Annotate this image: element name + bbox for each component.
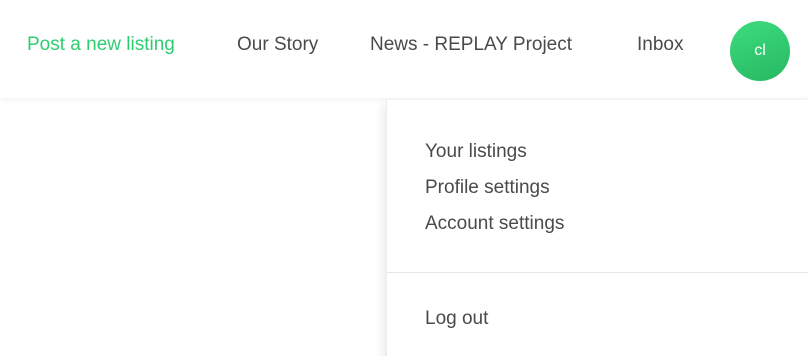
menu-item-account-settings[interactable]: Account settings <box>425 212 564 236</box>
menu-divider <box>387 272 808 273</box>
post-new-listing-link[interactable]: Post a new listing <box>27 33 175 57</box>
menu-item-log-out[interactable]: Log out <box>425 307 488 331</box>
avatar-initials: cl <box>754 42 766 59</box>
news-replay-project-link[interactable]: News - REPLAY Project <box>370 33 572 57</box>
profile-dropdown-menu: Your listings Profile settings Account s… <box>386 100 808 356</box>
menu-item-profile-settings[interactable]: Profile settings <box>425 176 550 200</box>
user-avatar-button[interactable]: cl <box>730 21 790 81</box>
top-navigation-bar: Post a new listing Our Story News - REPL… <box>0 0 808 98</box>
our-story-link[interactable]: Our Story <box>237 33 318 57</box>
inbox-link[interactable]: Inbox <box>637 33 683 57</box>
menu-item-your-listings[interactable]: Your listings <box>425 140 527 164</box>
